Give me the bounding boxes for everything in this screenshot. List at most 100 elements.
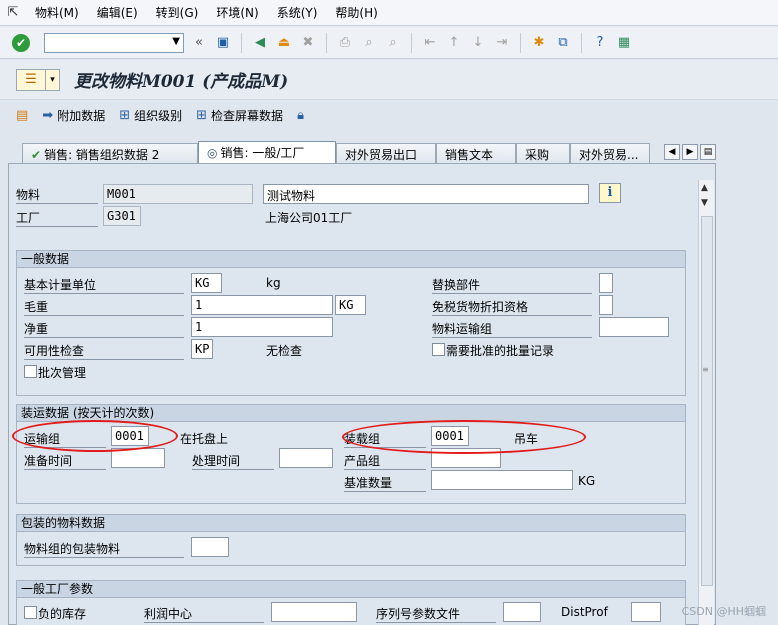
find-next-icon[interactable]: ⌕	[384, 34, 402, 52]
tab-purchasing[interactable]: 采购	[516, 143, 570, 163]
tab-foreign-trade-more[interactable]: 对外贸易...	[570, 143, 650, 163]
find-icon[interactable]: ⌕	[360, 34, 378, 52]
save-icon[interactable]: ▣	[214, 34, 232, 52]
cancel-icon[interactable]: ✖	[299, 34, 317, 52]
page-title: 更改物料M001 (产成品M)	[74, 72, 289, 92]
separator	[520, 32, 521, 53]
menu-edit[interactable]: 编辑(E)	[88, 4, 147, 21]
gui-menu-button[interactable]: ☰ ▾	[16, 68, 60, 91]
processing-time-label: 处理时间	[192, 452, 274, 470]
org-levels-button[interactable]: ⊞ 组织级别	[119, 107, 182, 124]
scrollbar-grip-icon: ≡	[702, 365, 709, 374]
document-button[interactable]: ▤	[16, 108, 28, 123]
layout-icon[interactable]: ▦	[615, 34, 633, 52]
collapse-command-icon[interactable]: «	[190, 34, 208, 52]
check-icon: ✔	[31, 148, 42, 162]
tab-scroll-left-icon[interactable]: ◀	[664, 144, 680, 160]
net-weight-field[interactable]: 1	[191, 317, 333, 337]
lock-icon: 🔒︎	[297, 107, 304, 123]
help-icon[interactable]: ?	[591, 34, 609, 52]
menu-icon: ☰	[25, 72, 37, 87]
separator	[241, 32, 242, 53]
tab-sales-org-data-2[interactable]: ✔ 销售: 销售组织数据 2	[22, 143, 198, 163]
gross-weight-label: 毛重	[24, 298, 184, 316]
menu-system[interactable]: 系统(Y)	[268, 4, 327, 21]
tab-sales-general-plant[interactable]: ◎ 销售: 一般/工厂	[198, 141, 336, 163]
base-quantity-field[interactable]	[431, 470, 573, 490]
freight-group-field[interactable]	[599, 317, 669, 337]
tab-list-icon[interactable]: ▤	[700, 144, 716, 160]
shipping-data-title: 装运数据 (按天计的次数)	[17, 405, 685, 422]
menu-environment[interactable]: 环境(N)	[207, 4, 267, 21]
transport-group-text: 在托盘上	[180, 432, 229, 446]
material-field: M001	[103, 184, 253, 204]
separator	[326, 32, 327, 53]
menu-help[interactable]: 帮助(H)	[326, 4, 386, 21]
distprof-field[interactable]	[631, 602, 661, 622]
tab-foreign-trade-export[interactable]: 对外贸易出口	[336, 143, 436, 163]
gross-weight-field[interactable]: 1	[191, 295, 333, 315]
replacement-part-field[interactable]	[599, 273, 613, 293]
serial-profile-field[interactable]	[503, 602, 541, 622]
serial-profile-label: 序列号参数文件	[376, 605, 496, 623]
check-icon: ⊞	[196, 107, 208, 123]
general-data-title: 一般数据	[17, 251, 685, 268]
previous-page-icon[interactable]: ↑	[445, 34, 463, 52]
approved-batch-label: 需要批准的批量记录	[446, 344, 555, 358]
plant-label: 工厂	[16, 209, 98, 227]
processing-time-field[interactable]	[279, 448, 333, 468]
menu-bar: ⇱ 物料(M) 编辑(E) 转到(G) 环境(N) 系统(Y) 帮助(H)	[0, 0, 778, 26]
chevron-down-icon[interactable]: ▼	[172, 36, 180, 47]
availability-check-text: 无检查	[266, 344, 303, 358]
scrollbar-thumb[interactable]	[701, 216, 713, 586]
ok-icon[interactable]: ✔	[12, 33, 30, 52]
base-uom-field[interactable]: KG	[191, 273, 222, 293]
annotation-oval-transport	[12, 420, 178, 452]
batch-management-checkbox[interactable]	[24, 365, 37, 378]
lock-button[interactable]: 🔒︎	[297, 108, 304, 123]
distprof-label: DistProf	[561, 605, 608, 619]
last-page-icon[interactable]: ⇥	[493, 34, 511, 52]
tab-scroll-right-icon[interactable]: ▶	[682, 144, 698, 160]
check-screen-data-button[interactable]: ⊞ 检查屏幕数据	[196, 107, 283, 124]
shortcut-icon[interactable]: ⧉	[554, 34, 572, 52]
info-icon[interactable]: i	[599, 183, 621, 203]
next-page-icon[interactable]: ↓	[469, 34, 487, 52]
setup-time-label: 准备时间	[24, 452, 106, 470]
material-description-field[interactable]: 测试物料	[263, 184, 589, 204]
print-icon[interactable]: ⎙	[336, 34, 354, 52]
negative-stock-label: 负的库存	[38, 607, 87, 621]
material-label: 物料	[16, 186, 98, 204]
additional-data-button[interactable]: ➡ 附加数据	[42, 107, 105, 124]
hierarchy-icon: ⊞	[119, 107, 131, 123]
availability-check-field[interactable]: KP	[191, 339, 213, 359]
command-field[interactable]: ▼	[44, 32, 184, 53]
back-icon[interactable]: ◀	[251, 34, 269, 52]
scroll-up-icon[interactable]: ▲	[701, 183, 708, 193]
packaging-material-group-label: 物料组的包装物料	[24, 540, 184, 558]
negative-stock-checkbox[interactable]	[24, 606, 37, 619]
tab-sales-text[interactable]: 销售文本	[436, 143, 516, 163]
separator	[581, 32, 582, 53]
vertical-scrollbar[interactable]: ▲ ▼ ≡	[698, 180, 714, 625]
packaging-material-group-field[interactable]	[191, 537, 229, 557]
first-page-icon[interactable]: ⇤	[421, 34, 439, 52]
window-menu-icon[interactable]: ⇱	[0, 5, 26, 20]
batch-management-label: 批次管理	[38, 366, 87, 380]
target-icon: ◎	[207, 146, 218, 160]
exit-icon[interactable]: ⏏	[275, 34, 293, 52]
create-session-icon[interactable]: ✱	[530, 34, 548, 52]
menu-material[interactable]: 物料(M)	[26, 4, 88, 21]
plant-description: 上海公司01工厂	[265, 211, 353, 225]
title-bar: ☰ ▾ 更改物料M001 (产成品M)	[0, 60, 778, 100]
scroll-down-icon[interactable]: ▼	[701, 198, 708, 208]
menu-goto[interactable]: 转到(G)	[147, 4, 208, 21]
profit-center-field[interactable]	[271, 602, 357, 622]
weight-unit-field[interactable]: KG	[335, 295, 366, 315]
base-uom-text: kg	[266, 276, 281, 290]
net-weight-label: 净重	[24, 320, 184, 338]
document-icon: ▤	[16, 107, 29, 123]
annotation-oval-loading	[342, 420, 586, 454]
approved-batch-checkbox[interactable]	[432, 343, 445, 356]
tax-discount-field[interactable]	[599, 295, 613, 315]
